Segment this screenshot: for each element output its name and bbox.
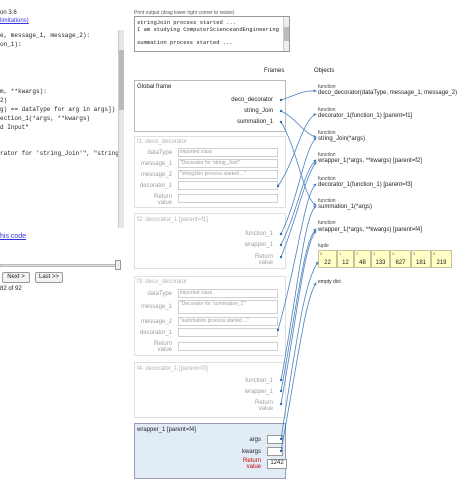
pointer-dot bbox=[279, 402, 283, 406]
pointer-dot bbox=[279, 449, 283, 453]
pointer-dot bbox=[279, 232, 283, 236]
pointer-dot bbox=[279, 389, 283, 393]
pointer-dot bbox=[279, 120, 283, 124]
pointer-dot bbox=[276, 184, 280, 188]
pointer-dot bbox=[279, 109, 283, 113]
pointer-dot bbox=[279, 437, 283, 441]
pointer-dot bbox=[279, 243, 283, 247]
pointer-dot bbox=[279, 378, 283, 382]
pointer-arrow bbox=[280, 230, 317, 405]
pointer-dot bbox=[279, 98, 283, 102]
pointer-dot bbox=[279, 255, 283, 259]
pointer-arrow bbox=[277, 113, 317, 187]
pointer-arrows bbox=[276, 89, 319, 453]
pointer-arrow bbox=[280, 137, 317, 235]
pointer-arrow bbox=[280, 89, 317, 101]
pointer-dot bbox=[276, 328, 280, 332]
pointer-arrow bbox=[280, 282, 317, 452]
pointer-arrow bbox=[280, 228, 317, 392]
pointer-arrow bbox=[280, 159, 317, 246]
